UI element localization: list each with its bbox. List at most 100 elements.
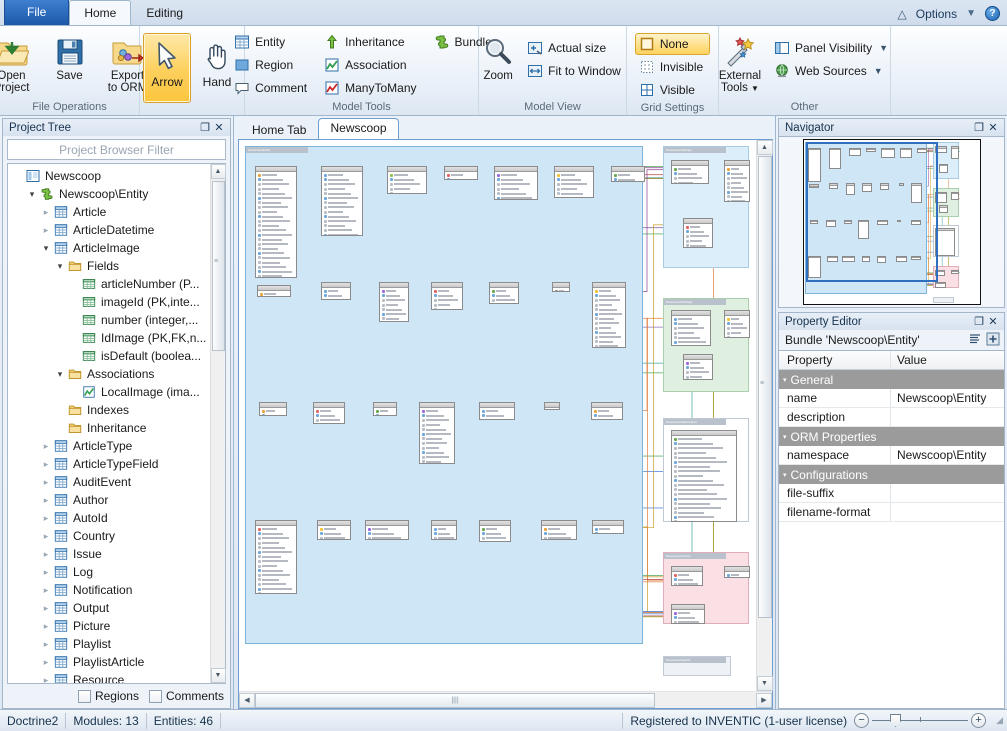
diagram-entity[interactable]	[951, 192, 959, 201]
diagram-entity[interactable]	[444, 166, 478, 180]
navigator-thumbnail[interactable]	[803, 139, 981, 305]
collapse-twisty-icon[interactable]: ▾	[26, 189, 38, 200]
property-row[interactable]: namespaceNewscoop\Entity	[779, 446, 1004, 465]
tree-item-articletypefield[interactable]: ▸ArticleTypeField	[8, 455, 210, 473]
grid-none-button[interactable]: None	[635, 33, 710, 55]
expand-twisty-icon[interactable]: ▸	[40, 585, 52, 596]
zoom-button[interactable]: Zoom	[477, 31, 519, 85]
tree-item-author[interactable]: ▸Author	[8, 491, 210, 509]
diagram-entity[interactable]	[365, 520, 409, 540]
close-icon[interactable]: ✕	[986, 315, 1000, 329]
diagram-entity[interactable]	[683, 218, 713, 248]
scroll-up-icon[interactable]: ▲	[757, 140, 773, 155]
web-sources-button[interactable]: Web Sources ▼	[770, 60, 895, 82]
diagram-entity[interactable]	[683, 354, 713, 380]
external-tools-button[interactable]: ExternalTools ▼	[714, 31, 766, 98]
tree-item-picture[interactable]: ▸Picture	[8, 617, 210, 635]
zoom-slider-track[interactable]	[872, 720, 968, 721]
close-icon[interactable]: ✕	[212, 121, 226, 135]
project-tree-list[interactable]: Newscoop▾Newscoop\Entity▸Article▸Article…	[8, 164, 210, 683]
diagram-entity[interactable]	[317, 520, 351, 540]
expand-twisty-icon[interactable]: ▸	[40, 675, 52, 684]
scroll-down-icon[interactable]: ▼	[757, 676, 773, 691]
diagram-entity[interactable]	[671, 430, 737, 522]
manytomany-tool[interactable]: ManyToMany	[320, 77, 423, 99]
diagram-entity[interactable]	[259, 402, 287, 416]
tree-item-issue[interactable]: ▸Issue	[8, 545, 210, 563]
expand-twisty-icon[interactable]: ▸	[40, 621, 52, 632]
diagram-canvas[interactable]: Newscoop\EntityNewscoop\SettingsNewscoop…	[239, 140, 756, 691]
help-icon[interactable]: ?	[985, 6, 1000, 21]
tree-item-associations[interactable]: ▾Associations	[8, 365, 210, 383]
expand-twisty-icon[interactable]: ▸	[40, 225, 52, 236]
diagram-entity[interactable]	[671, 310, 711, 346]
project-browser-filter[interactable]: Project Browser Filter	[7, 139, 226, 160]
tree-item-idimage-pk-fk-n[interactable]: IdImage (PK,FK,n...	[8, 329, 210, 347]
diagram-entity[interactable]	[321, 282, 351, 300]
external-tools-dropdown-icon[interactable]: ▼	[751, 84, 759, 93]
property-row[interactable]: filename-format	[779, 503, 1004, 522]
diagram-entity[interactable]	[951, 146, 959, 159]
diagram-entity[interactable]	[951, 270, 959, 274]
diagram-entity[interactable]	[724, 566, 750, 578]
property-value[interactable]: Newscoop\Entity	[891, 448, 1004, 462]
diagram-entity[interactable]	[255, 520, 297, 594]
actual-size-button[interactable]: Actual size	[523, 37, 628, 59]
diagram-region[interactable]: Newscoop\Entity	[245, 146, 643, 644]
tree-item-output[interactable]: ▸Output	[8, 599, 210, 617]
tree-item-log[interactable]: ▸Log	[8, 563, 210, 581]
canvas-vertical-scrollbar[interactable]: ▲ ≡ ▼	[756, 140, 772, 691]
scroll-right-icon[interactable]: ▶	[756, 693, 772, 708]
diagram-region[interactable]	[933, 297, 954, 303]
diagram-entity[interactable]	[255, 166, 297, 278]
property-row[interactable]: description	[779, 408, 1004, 427]
tree-item-playlist[interactable]: ▸Playlist	[8, 635, 210, 653]
diagram-entity[interactable]	[671, 604, 705, 624]
expand-twisty-icon[interactable]: ▸	[40, 639, 52, 650]
tree-item-articlenumber-p[interactable]: articleNumber (P...	[8, 275, 210, 293]
scroll-up-icon[interactable]: ▲	[211, 164, 226, 179]
canvas-horizontal-scrollbar[interactable]: ◀ |||| ▶	[239, 691, 772, 708]
collapse-twisty-icon[interactable]: ▾	[54, 369, 66, 380]
expand-twisty-icon[interactable]: ▸	[40, 207, 52, 218]
project-tree-view[interactable]: Newscoop▾Newscoop\Entity▸Article▸Article…	[7, 163, 226, 684]
comments-checkbox[interactable]	[149, 690, 162, 703]
diagram-entity[interactable]	[494, 166, 538, 200]
tree-item-article[interactable]: ▸Article	[8, 203, 210, 221]
sort-list-icon[interactable]	[968, 332, 982, 349]
scrollbar-thumb[interactable]	[212, 181, 225, 351]
grid-visible-button[interactable]: Visible	[635, 79, 710, 101]
diagram-entity[interactable]	[939, 164, 948, 173]
ribbon-tab-editing[interactable]: Editing	[131, 1, 198, 25]
tree-item-newscoop[interactable]: Newscoop	[8, 167, 210, 185]
options-menu-label[interactable]: Options	[916, 7, 957, 21]
diagram-entity[interactable]	[257, 285, 291, 297]
restore-icon[interactable]: ❐	[198, 121, 212, 135]
tree-item-indexes[interactable]: Indexes	[8, 401, 210, 419]
collapse-twisty-icon[interactable]: ▾	[783, 471, 787, 479]
tree-item-country[interactable]: ▸Country	[8, 527, 210, 545]
collapse-twisty-icon[interactable]: ▾	[783, 433, 787, 441]
expand-twisty-icon[interactable]: ▸	[40, 459, 52, 470]
document-tab-home-tab[interactable]: Home Tab	[240, 120, 318, 139]
diagram-entity[interactable]	[591, 402, 623, 420]
tree-item-articledatetime[interactable]: ▸ArticleDatetime	[8, 221, 210, 239]
diagram-entity[interactable]	[313, 402, 345, 424]
expand-twisty-icon[interactable]: ▸	[40, 567, 52, 578]
property-grid-body[interactable]: ▾GeneralnameNewscoop\Entitydescription▾O…	[779, 370, 1004, 522]
expand-twisty-icon[interactable]: ▸	[40, 603, 52, 614]
inheritance-tool[interactable]: Inheritance	[320, 31, 423, 53]
diagram-entity[interactable]	[373, 402, 397, 416]
close-icon[interactable]: ✕	[986, 121, 1000, 135]
resize-grip-icon[interactable]: ◢	[996, 715, 1007, 726]
tree-item-auditevent[interactable]: ▸AuditEvent	[8, 473, 210, 491]
tree-item-articletype[interactable]: ▸ArticleType	[8, 437, 210, 455]
ribbon-tab-file[interactable]: File	[4, 0, 69, 25]
arrow-tool-button[interactable]: Arrow	[143, 33, 191, 103]
diagram-entity[interactable]	[489, 282, 519, 304]
restore-icon[interactable]: ❐	[972, 121, 986, 135]
collapse-twisty-icon[interactable]: ▾	[54, 261, 66, 272]
property-row[interactable]: file-suffix	[779, 484, 1004, 503]
diagram-entity[interactable]	[935, 282, 945, 288]
tree-item-number-integer[interactable]: number (integer,...	[8, 311, 210, 329]
